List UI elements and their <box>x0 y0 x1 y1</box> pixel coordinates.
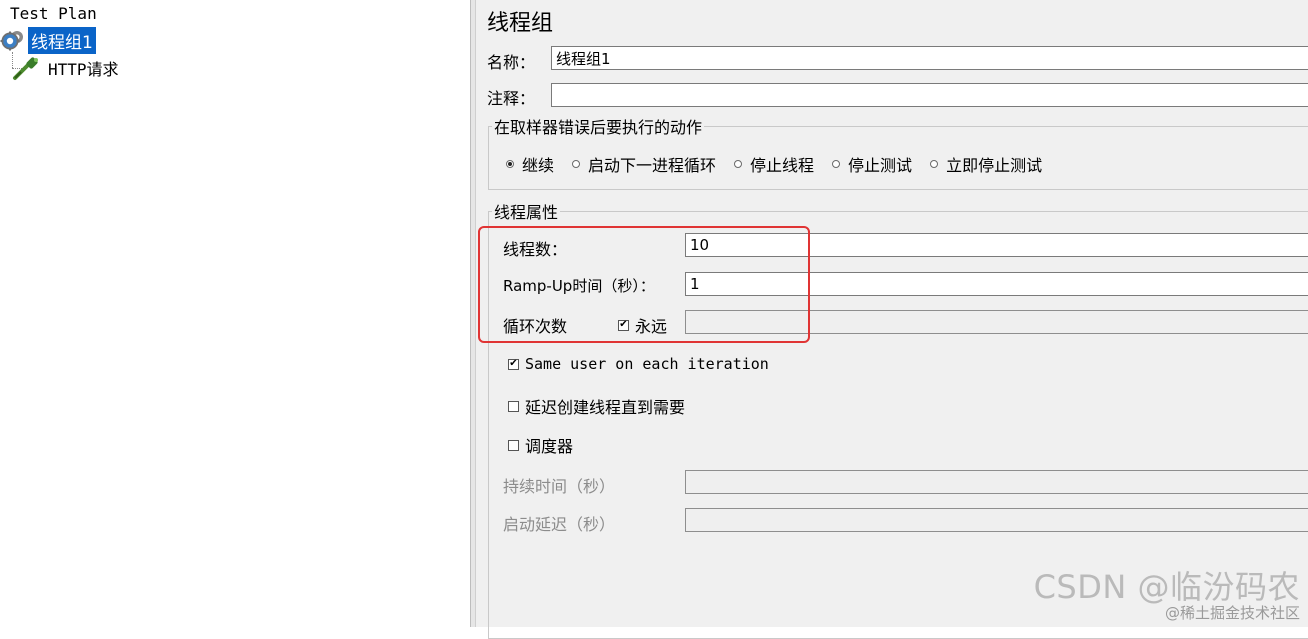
gear-icon <box>0 28 26 52</box>
radio-label: 启动下一进程循环 <box>588 156 717 175</box>
checkbox-checked-icon: ✔ <box>508 358 519 370</box>
tree-item-thread-group[interactable]: 线程组1 <box>0 26 96 54</box>
threads-input[interactable] <box>685 233 1308 257</box>
tree-item-test-plan[interactable]: Test Plan <box>10 2 97 24</box>
delay-thread-creation-checkbox[interactable]: 延迟创建线程直到需要 <box>508 394 685 418</box>
comment-label: 注释： <box>487 89 536 108</box>
radio-stop-thread[interactable]: 停止线程 <box>734 152 814 176</box>
radio-stop-test-now[interactable]: 立即停止测试 <box>930 152 1042 176</box>
comment-input[interactable] <box>551 83 1308 107</box>
loop-count-label: 循环次数 <box>503 317 568 336</box>
tree-panel: Test Plan 线程组1 HTTP请求 <box>0 0 470 627</box>
rampup-label: Ramp-Up时间（秒）： <box>503 277 655 295</box>
radio-icon <box>930 160 939 168</box>
checkbox-icon <box>508 400 519 412</box>
checkbox-label: Same user on each iteration <box>525 355 769 373</box>
loop-count-input[interactable] <box>685 310 1308 334</box>
checkbox-checked-icon: ✔ <box>618 319 629 331</box>
radio-label: 停止测试 <box>848 156 913 175</box>
rampup-input[interactable] <box>685 272 1308 296</box>
checkbox-label: 调度器 <box>525 437 574 456</box>
forever-checkbox[interactable]: ✔ 永远 <box>618 313 667 337</box>
error-action-options: 继续 启动下一进程循环 停止线程 停止测试 立即停止测试 <box>506 152 1060 176</box>
radio-continue[interactable]: 继续 <box>506 152 554 176</box>
radio-label: 停止线程 <box>750 156 815 175</box>
name-label: 名称： <box>487 53 536 72</box>
tree-item-http-request[interactable]: HTTP请求 <box>12 55 119 81</box>
threads-label: 线程数： <box>503 240 568 259</box>
checkbox-label: 永远 <box>635 317 668 336</box>
startup-delay-input[interactable] <box>685 508 1308 532</box>
duration-input[interactable] <box>685 470 1308 494</box>
thread-properties-legend: 线程属性 <box>494 203 559 222</box>
pipette-icon <box>12 55 44 81</box>
radio-label: 继续 <box>522 156 555 175</box>
tree-item-label: 线程组1 <box>28 26 96 54</box>
startup-delay-label: 启动延迟（秒） <box>503 515 616 534</box>
page-title: 线程组 <box>487 11 554 36</box>
duration-label: 持续时间（秒） <box>503 477 616 496</box>
checkbox-label: 延迟创建线程直到需要 <box>525 398 686 417</box>
radio-start-next-loop[interactable]: 启动下一进程循环 <box>572 152 716 176</box>
checkbox-icon <box>508 439 519 451</box>
radio-icon <box>832 160 841 168</box>
name-input[interactable] <box>551 46 1308 70</box>
radio-icon <box>572 160 581 168</box>
radio-stop-test[interactable]: 停止测试 <box>832 152 912 176</box>
radio-label: 立即停止测试 <box>946 156 1043 175</box>
radio-selected-icon <box>506 160 514 168</box>
radio-icon <box>734 160 743 168</box>
error-action-legend: 在取样器错误后要执行的动作 <box>494 118 703 137</box>
same-user-checkbox[interactable]: ✔ Same user on each iteration <box>508 355 769 373</box>
thread-group-panel: 线程组 名称： 注释： 在取样器错误后要执行的动作 继续 启动下一进程循环 停止… <box>476 0 1308 639</box>
tree-item-label: HTTP请求 <box>48 60 119 79</box>
tree-item-label: Test Plan <box>10 3 97 23</box>
scheduler-checkbox[interactable]: 调度器 <box>508 433 573 457</box>
thread-properties-group: 线程属性 <box>488 199 1308 639</box>
